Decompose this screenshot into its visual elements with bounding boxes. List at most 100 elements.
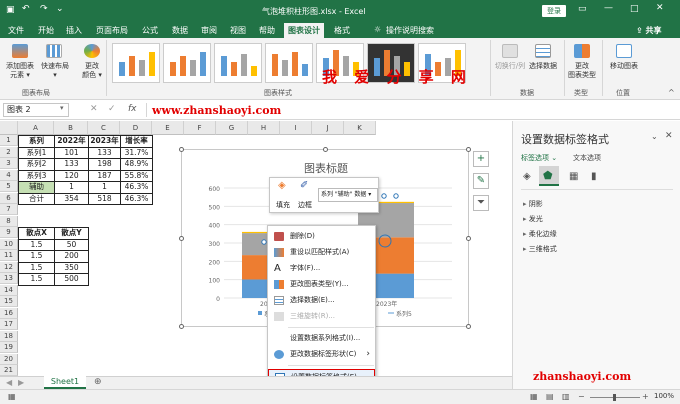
row-header[interactable]: 5: [0, 181, 18, 192]
fill-line-icon[interactable]: ◈: [523, 171, 531, 182]
chart-style-1[interactable]: [112, 43, 160, 83]
add-chart-element-icon[interactable]: [12, 44, 28, 58]
move-chart-button[interactable]: 移动图表: [604, 62, 644, 71]
tab-label-options[interactable]: 标签选项 ⌄: [521, 153, 557, 163]
context-menu-item[interactable]: 选择数据(E)...: [268, 293, 375, 308]
row-header[interactable]: 7: [0, 204, 18, 215]
name-box-dropdown-icon[interactable]: ▾: [60, 104, 64, 112]
page-layout-view-icon[interactable]: ▤: [546, 392, 554, 401]
fx-icon[interactable]: fx: [128, 104, 137, 114]
column-header[interactable]: F: [184, 121, 216, 135]
add-sheet-icon[interactable]: ⊕: [94, 377, 102, 387]
column-header[interactable]: B: [54, 121, 88, 135]
row-header[interactable]: 21: [0, 365, 18, 376]
pane-section[interactable]: ▸ 柔化边缘: [523, 229, 557, 239]
row-header[interactable]: 11: [0, 250, 18, 261]
tab-data[interactable]: 数据: [172, 25, 188, 36]
tab-view[interactable]: 视图: [230, 25, 246, 36]
table-cell[interactable]: 46.3%: [120, 192, 153, 205]
context-menu-item[interactable]: 更改数据标签形状(C) ›: [268, 347, 375, 362]
row-header[interactable]: 13: [0, 273, 18, 284]
column-header[interactable]: J: [312, 121, 344, 135]
zoom-out-icon[interactable]: −: [578, 392, 585, 401]
undo-icon[interactable]: ↶: [22, 4, 30, 14]
resize-handle[interactable]: [466, 236, 471, 241]
minimize-icon[interactable]: —: [604, 3, 613, 13]
row-header[interactable]: 19: [0, 342, 18, 353]
prev-sheet-icon[interactable]: ◀: [6, 378, 12, 387]
row-header[interactable]: 18: [0, 330, 18, 342]
tab-review[interactable]: 审阅: [201, 25, 217, 36]
context-menu-item[interactable]: 更改图表类型(Y)...: [268, 277, 375, 292]
table-cell[interactable]: 1.5: [18, 273, 55, 286]
share-button[interactable]: ⇪ 共享: [636, 25, 662, 36]
select-data-icon[interactable]: [535, 44, 551, 58]
size-properties-icon[interactable]: ▦: [569, 171, 578, 182]
table-cell[interactable]: 500: [54, 273, 89, 286]
column-header[interactable]: E: [152, 121, 184, 135]
row-header[interactable]: 9: [0, 227, 18, 238]
macro-record-icon[interactable]: ▦: [8, 392, 16, 401]
context-menu-item[interactable]: A 字体(F)...: [268, 261, 375, 276]
redo-icon[interactable]: ↷: [40, 4, 48, 14]
enter-icon[interactable]: ✓: [108, 104, 116, 114]
quick-layout-icon[interactable]: [46, 44, 62, 58]
row-header[interactable]: 2: [0, 146, 18, 158]
row-header[interactable]: 3: [0, 158, 18, 169]
switch-row-col-icon[interactable]: [502, 44, 518, 58]
chart-style-3[interactable]: [214, 43, 262, 83]
sheet-tab-sheet1[interactable]: Sheet1: [44, 376, 86, 389]
change-chart-type-icon[interactable]: [574, 44, 590, 58]
row-header[interactable]: 10: [0, 238, 18, 250]
normal-view-icon[interactable]: ▦: [530, 392, 538, 401]
zoom-in-icon[interactable]: +: [642, 392, 649, 401]
quick-layout-button[interactable]: 快速布局 ▾: [36, 62, 74, 80]
select-all[interactable]: [0, 121, 18, 135]
table-cell[interactable]: 354: [54, 192, 89, 205]
tab-format[interactable]: 格式: [334, 25, 350, 36]
column-header[interactable]: I: [280, 121, 312, 135]
table-cell[interactable]: 518: [88, 192, 121, 205]
chart-styles-brush-icon[interactable]: ✎: [473, 173, 489, 189]
column-header[interactable]: D: [120, 121, 152, 135]
resize-handle[interactable]: [466, 324, 471, 329]
context-menu-item[interactable]: 三维旋转(R)...: [268, 309, 375, 324]
chart-style-2[interactable]: [163, 43, 211, 83]
row-header[interactable]: 4: [0, 169, 18, 181]
row-header[interactable]: 20: [0, 353, 18, 365]
tab-help[interactable]: 帮助: [259, 25, 275, 36]
data-label-handle[interactable]: [393, 193, 399, 199]
pane-close-icon[interactable]: ✕: [665, 131, 673, 141]
collapse-ribbon-icon[interactable]: ^: [668, 88, 675, 97]
column-header[interactable]: K: [344, 121, 376, 135]
resize-handle[interactable]: [179, 324, 184, 329]
tab-text-options[interactable]: 文本选项: [573, 153, 601, 163]
pane-section[interactable]: ▸ 发光: [523, 214, 543, 224]
ribbon-options-icon[interactable]: ▭: [578, 4, 587, 14]
tab-file[interactable]: 文件: [8, 25, 24, 36]
pane-section[interactable]: ▸ 阴影: [523, 199, 543, 209]
data-label-handle[interactable]: [381, 193, 387, 199]
resize-handle[interactable]: [466, 147, 471, 152]
column-header[interactable]: G: [216, 121, 248, 135]
resize-handle[interactable]: [179, 236, 184, 241]
select-data-button[interactable]: 选择数据: [524, 62, 562, 71]
row-header[interactable]: 12: [0, 261, 18, 273]
zoom-slider-thumb[interactable]: [613, 394, 616, 401]
page-break-view-icon[interactable]: ▥: [562, 392, 570, 401]
context-menu-item[interactable]: 重设以匹配样式(A): [268, 245, 375, 260]
tab-chart-design[interactable]: 图表设计: [284, 23, 324, 38]
fill-bucket-icon[interactable]: ◈: [278, 180, 286, 191]
palette-icon[interactable]: [84, 44, 100, 58]
row-header[interactable]: 15: [0, 296, 18, 307]
save-icon[interactable]: ▣: [6, 5, 15, 15]
fill-button[interactable]: 填充: [276, 200, 290, 210]
tab-home[interactable]: 开始: [38, 25, 54, 36]
zoom-level[interactable]: 100%: [654, 392, 674, 400]
label-options-icon[interactable]: ▮: [591, 171, 597, 182]
chart-filter-icon[interactable]: ⏷: [473, 195, 489, 211]
row-header[interactable]: 14: [0, 284, 18, 296]
row-header[interactable]: 16: [0, 307, 18, 319]
change-color-button[interactable]: 更改 颜色 ▾: [76, 62, 108, 80]
login-button[interactable]: 登录: [542, 5, 566, 17]
